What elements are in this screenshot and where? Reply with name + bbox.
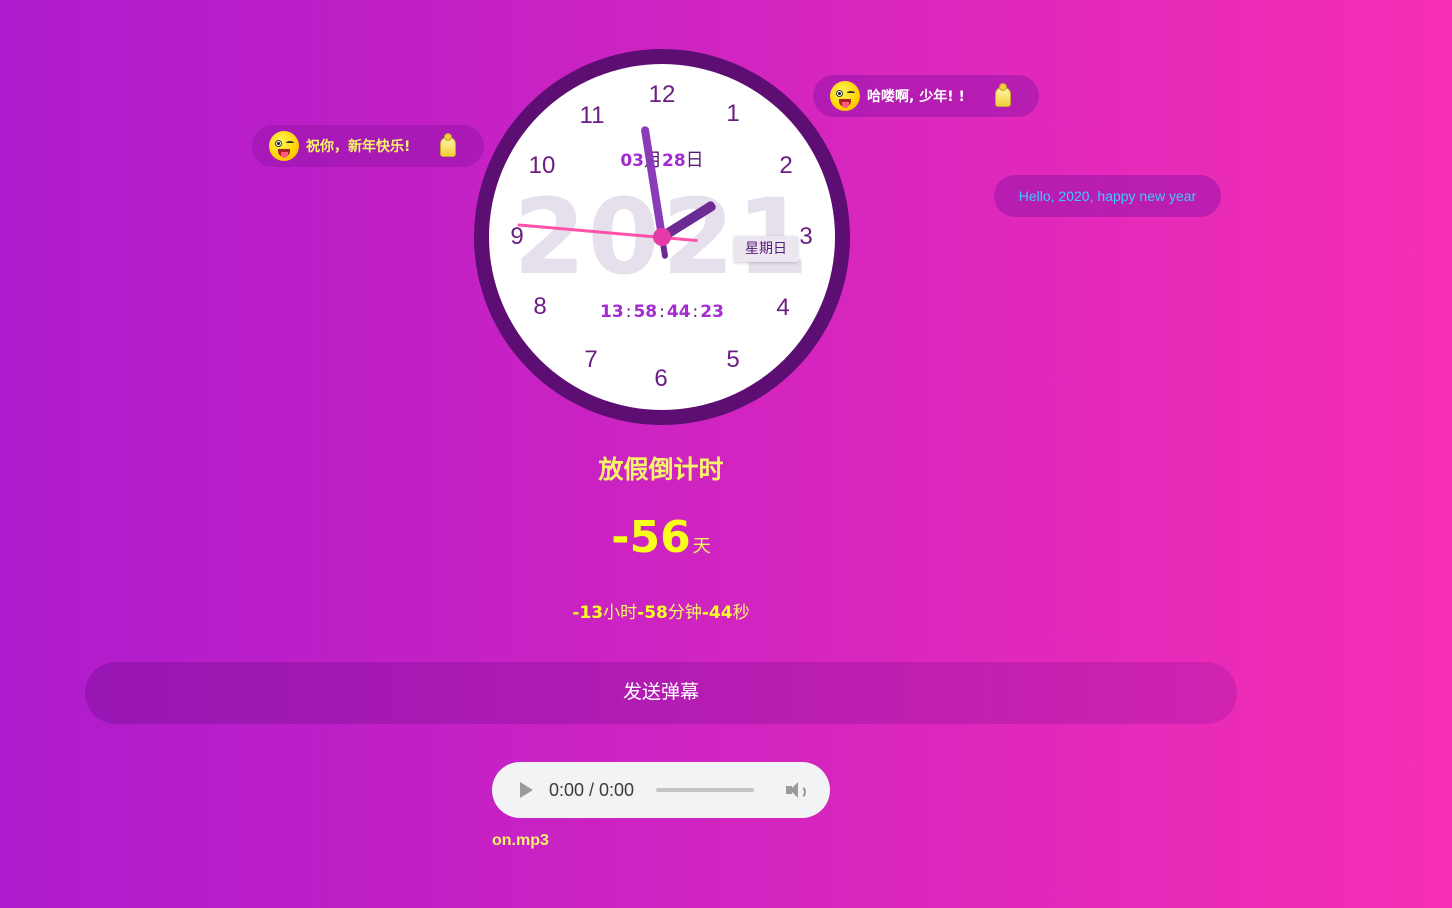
play-icon[interactable] [520, 782, 533, 798]
countdown-minutes: -58 [637, 603, 668, 623]
audio-progress-slider[interactable] [656, 788, 755, 792]
digital-minutes: 58 [633, 302, 658, 322]
time-separator: : [625, 302, 632, 322]
clock-number-12: 12 [648, 81, 676, 108]
audio-filename: on.mp3 [492, 832, 549, 849]
clock-number-11: 11 [579, 102, 605, 129]
danmaku-bubble-1: 祝你，新年快乐! [252, 125, 484, 167]
countdown-hours: -13 [572, 603, 604, 623]
time-separator: : [659, 302, 665, 322]
audio-time: 0:00 / 0:00 [549, 779, 635, 800]
date-day: 28 [662, 151, 686, 171]
bell-icon [438, 133, 456, 159]
date-day-unit: 日 [685, 150, 704, 171]
countdown-hms: -13小时-58分钟-44秒 [0, 598, 1322, 623]
danmaku-bubble-3: Hello, 2020, happy new year [994, 175, 1221, 217]
digital-time: 13:58:44:23 [489, 302, 835, 322]
volume-icon[interactable] [786, 780, 808, 800]
bell-icon [993, 83, 1011, 109]
countdown-minutes-unit: 分钟 [667, 603, 702, 623]
digital-centiseconds: 23 [700, 302, 724, 322]
danmaku-bubble-2: 哈喽啊, 少年! ! [813, 75, 1039, 117]
digital-hours: 13 [600, 302, 624, 322]
countdown-title: 放假倒计时 [598, 455, 724, 484]
digital-seconds: 44 [666, 302, 691, 322]
send-danmaku-button[interactable]: 发送弹幕 [85, 662, 1237, 724]
clock-number-1: 1 [726, 100, 740, 127]
clock-number-7: 7 [584, 346, 598, 373]
countdown-hours-unit: 小时 [603, 603, 638, 623]
danmaku-text: 哈喽啊, 少年! ! [867, 89, 965, 105]
analog-clock: 2021 12 1 2 3 4 5 6 7 8 9 10 11 03月28日 星… [474, 49, 850, 425]
countdown-seconds: -44 [701, 603, 733, 623]
clock-face: 2021 12 1 2 3 4 5 6 7 8 9 10 11 03月28日 星… [489, 64, 835, 410]
clock-date: 03月28日 [489, 146, 835, 172]
weekday-label: 星期日 [734, 236, 798, 262]
winking-face-icon [830, 81, 860, 111]
clock-center-pin [653, 228, 671, 246]
winking-face-icon [269, 131, 299, 161]
countdown-days: -56 天 [0, 512, 1322, 563]
countdown-seconds-unit: 秒 [732, 603, 750, 623]
date-month: 03 [620, 151, 644, 171]
countdown-days-value: -56 [611, 512, 691, 563]
time-separator: : [692, 302, 699, 322]
danmaku-text: Hello, 2020, happy new year [1018, 188, 1197, 204]
danmaku-text: 祝你，新年快乐! [306, 139, 411, 155]
countdown-days-unit: 天 [692, 536, 711, 557]
clock-number-5: 5 [726, 346, 740, 373]
clock-number-6: 6 [654, 365, 668, 392]
audio-player: 0:00 / 0:00 [492, 762, 830, 818]
